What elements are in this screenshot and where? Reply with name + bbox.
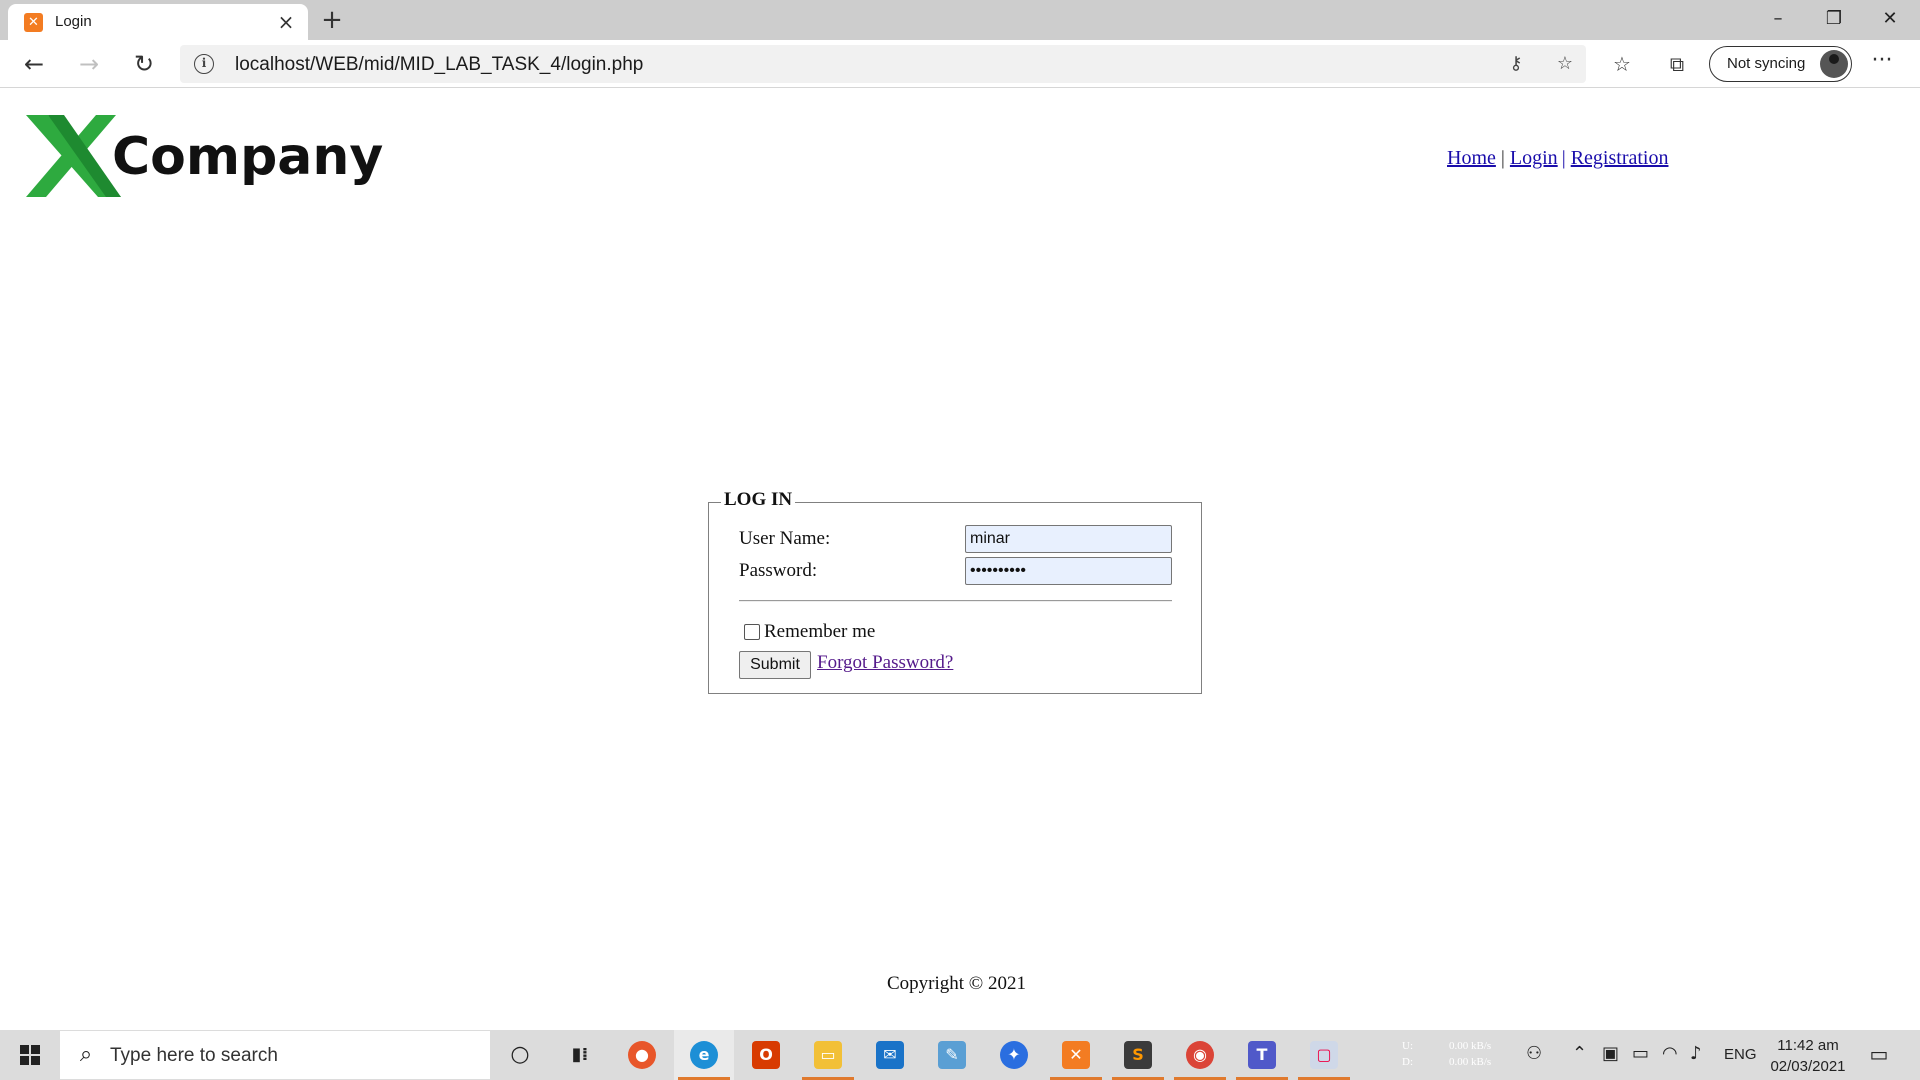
edge-icon[interactable]: e [674,1030,734,1080]
search-icon: ⌕ [79,1042,93,1067]
profile-sync-button[interactable]: Not syncing [1709,46,1852,82]
login-legend: LOG IN [721,489,796,511]
collections-icon[interactable]: ⧉ [1659,46,1695,82]
favorites-icon[interactable]: ☆ [1604,46,1640,82]
meet-now-icon[interactable]: ▣ [1602,1043,1619,1064]
net-down-speed: 0.00 kB/s [1449,1056,1492,1068]
language-indicator[interactable]: ENG [1724,1046,1757,1063]
windows-taskbar: ⌕ Type here to search ○ ▮⁞ ● e O ▭ ✉ ✎ ✦… [0,1030,1920,1080]
teams-icon[interactable]: T [1232,1030,1292,1080]
snipping-tool-icon[interactable]: ▢ [1294,1030,1354,1080]
forward-icon[interactable]: → [71,46,107,82]
username-label: User Name: [739,528,831,549]
taskbar-search-box[interactable]: ⌕ Type here to search [60,1031,490,1079]
people-icon[interactable]: ⚇ [1526,1043,1542,1064]
forgot-password-link[interactable]: Forgot Password? [817,652,953,674]
browser-tab-bar: ✕ Login × + – ❐ ✕ [0,0,1920,40]
form-divider [739,600,1172,602]
tab-close-icon[interactable]: × [274,10,298,34]
nav-registration-link[interactable]: Registration [1571,147,1669,169]
password-input[interactable] [965,557,1172,585]
remember-me-label: Remember me [764,621,876,642]
volume-icon[interactable]: ♪ [1690,1043,1702,1064]
net-labels: U: D: [1402,1038,1413,1070]
nav-home-link[interactable]: Home [1447,147,1496,169]
minimize-icon[interactable]: – [1750,0,1806,38]
firefox-icon[interactable]: ● [612,1030,672,1080]
nav-separator-link[interactable]: | [1562,147,1566,169]
site-info-icon[interactable]: i [194,54,214,74]
tab-login[interactable]: ✕ Login × [8,4,308,40]
copyright-footer: Copyright © 2021 [887,973,1026,994]
top-nav: Home | Login | Registration [1447,147,1668,170]
refresh-icon[interactable]: ↻ [126,46,162,82]
password-label: Password: [739,560,818,581]
back-icon[interactable]: ← [16,46,52,82]
show-hidden-icons-icon[interactable]: ⌃ [1572,1043,1587,1064]
restore-icon[interactable]: ❐ [1806,0,1862,38]
add-favorite-icon[interactable]: ☆ [1552,51,1578,77]
url-text[interactable]: localhost/WEB/mid/MID_LAB_TASK_4/login.p… [235,54,643,76]
tab-title: Login [55,13,92,30]
battery-icon[interactable]: ▭ [1632,1043,1649,1064]
chrome-icon[interactable]: ◉ [1170,1030,1230,1080]
windows-start-icon[interactable] [0,1030,60,1080]
logo-x-icon [26,115,121,197]
more-options-icon[interactable]: ··· [1864,46,1900,82]
new-tab-icon[interactable]: + [316,4,348,36]
xampp-favicon-icon: ✕ [24,13,43,32]
office-icon[interactable]: O [736,1030,796,1080]
sublime-text-icon[interactable]: S [1108,1030,1168,1080]
xampp-icon[interactable]: ✕ [1046,1030,1106,1080]
net-speed: 0.00 kB/s 0.00 kB/s [1449,1038,1491,1070]
mail-icon[interactable]: ✉ [860,1030,920,1080]
address-bar[interactable]: i localhost/WEB/mid/MID_LAB_TASK_4/login… [180,45,1586,83]
net-up-speed: 0.00 kB/s [1449,1040,1492,1052]
close-window-icon[interactable]: ✕ [1862,0,1918,38]
thunderbird-icon[interactable]: ✦ [984,1030,1044,1080]
remember-me-checkbox[interactable] [744,624,760,640]
notepad-icon[interactable]: ✎ [922,1030,982,1080]
file-explorer-icon[interactable]: ▭ [798,1030,858,1080]
net-down-label: D: [1402,1056,1413,1068]
nav-separator: | [1500,147,1505,169]
page-content: Company Home | Login | Registration LOG I… [0,89,1920,1030]
cortana-icon[interactable]: ○ [490,1030,550,1080]
company-logo: Company [26,115,383,205]
nav-login-link[interactable]: Login [1510,147,1558,169]
sync-label: Not syncing [1727,55,1806,72]
key-icon[interactable]: ⚷ [1503,51,1529,77]
avatar [1820,50,1848,78]
clock-date: 02/03/2021 [1770,1058,1846,1075]
notifications-icon[interactable]: ▭ [1866,1042,1892,1068]
username-input[interactable] [965,525,1172,553]
net-up-label: U: [1402,1040,1413,1052]
clock-time: 11:42 am [1777,1037,1839,1054]
wifi-icon[interactable]: ◠ [1662,1043,1678,1064]
browser-toolbar: ← → ↻ i localhost/WEB/mid/MID_LAB_TASK_4… [0,40,1920,88]
login-fieldset: LOG IN User Name: Password: Remember me … [708,489,1202,694]
logo-text: Company [112,127,384,187]
clock[interactable]: 11:42 am 02/03/2021 [1768,1035,1848,1077]
submit-button[interactable]: Submit [739,651,811,679]
taskbar-search-input[interactable]: Type here to search [110,1045,278,1067]
task-view-icon[interactable]: ▮⁞ [550,1030,610,1080]
